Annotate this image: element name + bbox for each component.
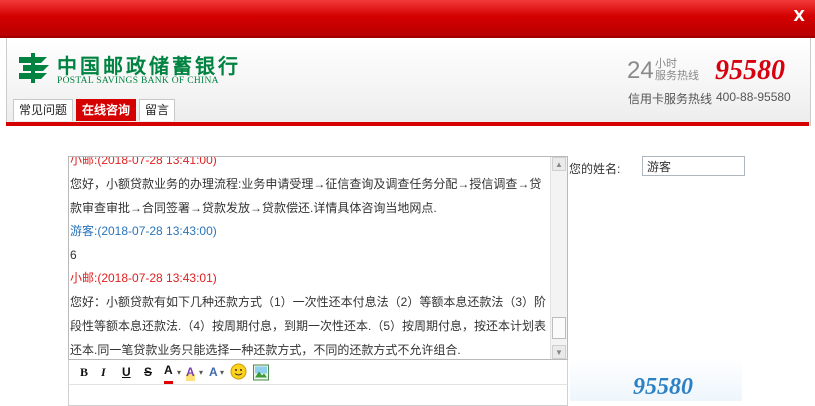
chat-scrollbar[interactable]: ▲ ▼ [550,157,567,359]
underline-button[interactable]: U [122,364,131,381]
card-hotline-number: 400-88-95580 [716,90,791,104]
bank-name-cn: 中国邮政储蓄银行 [57,54,241,78]
emoji-icon[interactable] [230,363,247,380]
tab-message[interactable]: 留言 [139,99,176,121]
close-icon[interactable]: X [793,8,805,24]
message-sender: 小邮:(2018-07-28 13:43:01) [70,271,217,285]
card-hotline-label: 信用卡服务热线 [628,92,713,106]
message-text: 6 [70,248,77,262]
hotline-label-top: 小时 [655,58,677,70]
hotline-label: 小时 服务热线 [655,58,699,82]
message-text: 您好：小额贷款有如下几种还款方式（1）一次性还本付息法（2）等额本息还款法（3）… [70,295,547,357]
tab-underline [6,122,809,126]
chevron-down-icon[interactable]: ▾ [220,364,224,381]
chat-messages: 小邮:(2018-07-28 13:41:00) 您好，小额贷款业务的办理流程:… [69,156,550,359]
hotline-number: 95580 [715,55,785,86]
scroll-thumb[interactable] [552,317,566,339]
ad-banner[interactable]: 95580 [570,357,742,401]
chat-log[interactable]: 小邮:(2018-07-28 13:41:00) 您好，小额贷款业务的办理流程:… [68,156,568,360]
message-sender: 游客:(2018-07-28 13:43:00) [70,224,217,238]
chevron-down-icon[interactable]: ▾ [177,364,181,381]
ad-banner-text: 95580 [633,374,693,400]
bank-name-en: POSTAL SAVINGS BANK OF CHINA [57,76,219,86]
name-input[interactable] [642,156,745,176]
name-label: 您的姓名: [569,162,621,176]
image-icon[interactable] [253,364,269,381]
hotline-24: 24 [627,57,654,84]
italic-button[interactable]: I [101,364,106,381]
tab-faq[interactable]: 常见问题 [13,99,74,121]
message-sender: 小邮:(2018-07-28 13:41:00) [70,156,217,167]
psbc-logo-icon [19,53,49,83]
background-color-button[interactable]: A [186,364,195,381]
font-color-button[interactable]: A [164,364,173,384]
strikethrough-button[interactable]: S [144,364,152,381]
message-input[interactable] [68,384,568,406]
chevron-down-icon[interactable]: ▾ [199,364,203,381]
scroll-down-icon[interactable]: ▼ [552,345,566,359]
hotline-label-bottom: 服务热线 [655,70,699,82]
window-title-bar: X [0,0,815,38]
message-text: 您好，小额贷款业务的办理流程:业务申请受理→征信查询及调查任务分配→授信调查→贷… [70,177,542,215]
scroll-up-icon[interactable]: ▲ [552,157,566,171]
tab-bar: 常见问题 在线咨询 留言 [13,99,178,122]
tab-online-consult[interactable]: 在线咨询 [76,99,137,121]
bold-button[interactable]: B [80,364,88,381]
font-size-button[interactable]: A [209,364,218,381]
format-toolbar: B I U S A ▾ A ▾ A ▾ [68,360,568,385]
